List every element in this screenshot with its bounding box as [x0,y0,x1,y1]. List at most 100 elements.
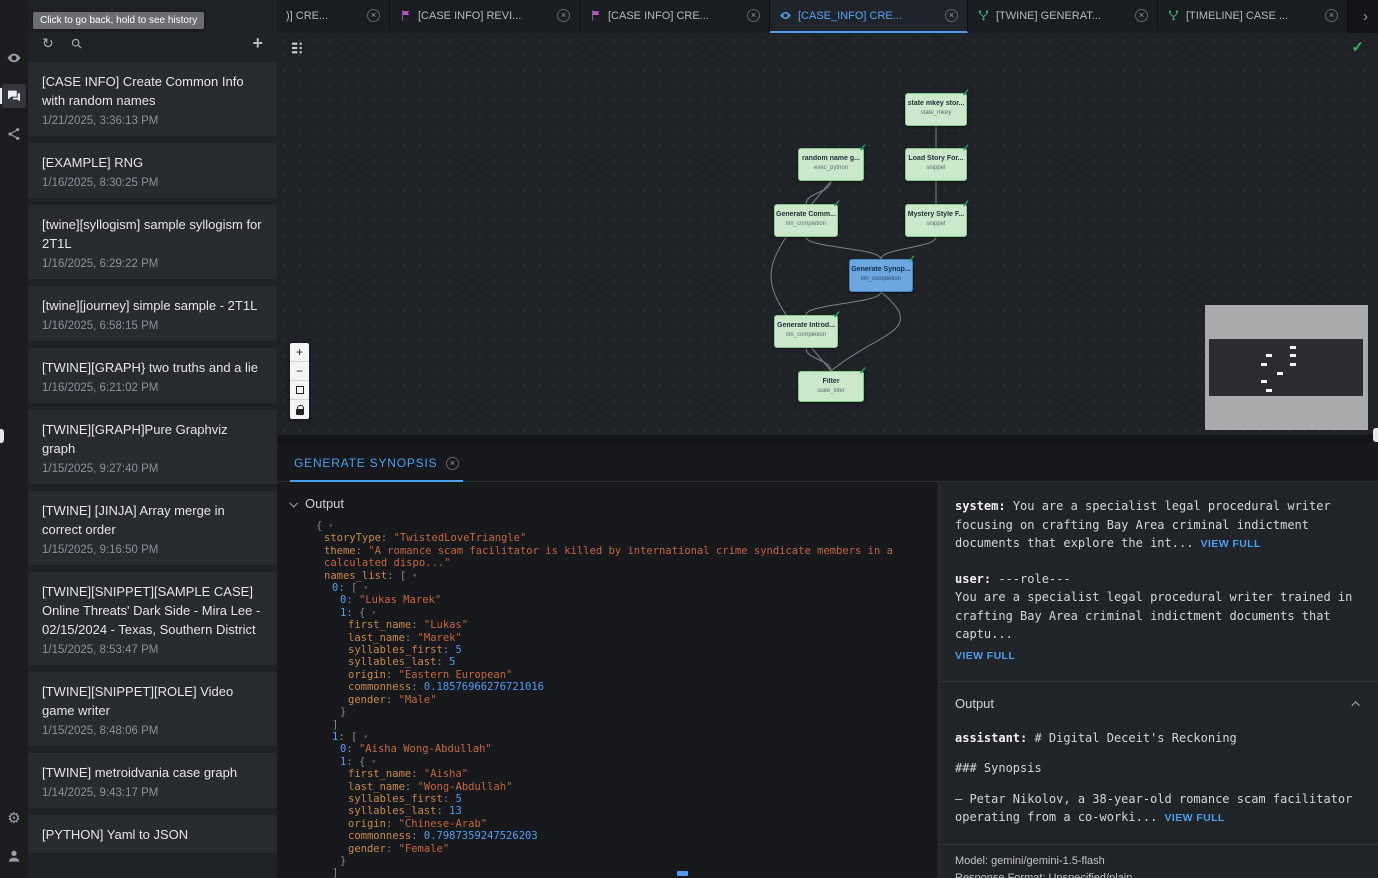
graph-node[interactable]: Load Story For...snippet✓ [905,148,967,181]
graph-node[interactable]: Generate Introd...llm_completion✓ [774,315,838,348]
system-role-label: system: [955,499,1006,513]
output-collapse-header[interactable]: Output [290,496,938,511]
prompt-list-item[interactable]: [TWINE][GRAPH]Pure Graphviz graph1/15/20… [28,410,277,484]
graph-node[interactable]: state mkey stor...state_mkey✓ [905,93,967,126]
collapse-caret-icon[interactable]: ▾ [328,521,333,530]
prompt-list-item[interactable]: [EXAMPLE] RNG1/16/2025, 8:30:25 PM [28,143,277,198]
output-header-label: Output [305,496,344,511]
user-message-text: You are a specialist legal procedural wr… [955,588,1362,644]
editor-tab[interactable]: [CASE INFO] REVI...× [390,0,580,33]
minimap-viewport[interactable] [1209,339,1363,396]
settings-icon[interactable]: ⚙ [2,806,26,830]
tab-close-icon[interactable]: × [747,9,760,22]
tab-close-icon[interactable]: × [1135,9,1148,22]
json-tree-line: last_name: "Marek" [290,632,926,644]
chevron-up-icon[interactable] [1351,701,1359,709]
zoom-out-button[interactable]: − [290,362,309,381]
horizontal-scrollbar-thumb[interactable] [677,871,688,876]
add-prompt-button[interactable]: + [252,33,263,54]
check-icon: ✓ [859,366,867,377]
json-tree-line[interactable]: {▾ [290,520,926,532]
graph-node[interactable]: Generate Comm...llm_completion✓ [774,204,838,237]
prompt-timestamp: 1/15/2025, 8:48:06 PM [42,725,263,737]
graph-node[interactable]: Generate Synop...llm_completion✓ [849,259,913,292]
prompt-list-item[interactable]: [TWINE][GRAPH} two truths and a lie1/16/… [28,348,277,403]
minimap-node-dot [1290,363,1296,366]
editor-tab[interactable]: [CASE_INFO] CRE...× [770,0,968,33]
json-tree-line: commonness: 0.7987359247526203 [290,830,926,842]
editor-tab[interactable]: [CASE INFO] CRE... × [580,0,770,33]
panel-divider[interactable] [277,435,1378,443]
prompt-list-item[interactable]: [CASE INFO] Create Common Info with rand… [28,62,277,136]
tab-close-icon[interactable]: × [557,9,570,22]
minimap[interactable] [1205,305,1368,430]
collapse-caret-icon[interactable]: ▾ [363,583,368,592]
prompt-list-item[interactable]: [TWINE][SNIPPET][SAMPLE CASE] Online Thr… [28,572,277,665]
editor-tab[interactable]: [TIMELINE] CASE ...× [1158,0,1348,33]
json-tree-line: } [290,706,926,718]
account-icon[interactable] [2,844,26,868]
json-tree-line: gender: "Female" [290,843,926,855]
eye-icon[interactable] [2,46,26,70]
prompt-list-item[interactable]: [TWINE] [JINJA] Array merge in correct o… [28,491,277,565]
output-json-panel: Output {▾storyType: "TwistedLoveTriangle… [277,482,938,878]
json-tree-line[interactable]: 1: {▾ [290,756,926,768]
node-title: random name g... [799,155,863,163]
editor-tab[interactable]: [TWINE] GENERAT... × [968,0,1158,33]
tab-label: [CASE INFO] CRE... [608,10,741,22]
activity-rail: ⚙ [0,0,28,878]
prompt-title: [CASE INFO] Create Common Info with rand… [42,72,263,110]
prompt-list-item[interactable]: [twine][syllogism] sample syllogism for … [28,205,277,279]
main-area: )] CRE...×[CASE INFO] REVI...×[CASE INFO… [277,0,1378,878]
json-tree-line[interactable]: 1: [▾ [290,731,926,743]
json-tree-line: storyType: "TwistedLoveTriangle" [290,532,926,544]
prompt-list-item[interactable]: [PYTHON] Yaml to JSON [28,815,277,853]
tab-close-icon[interactable]: × [367,9,380,22]
node-subtitle: llm_completion [850,276,912,282]
json-tree-line[interactable]: 0: [▾ [290,582,926,594]
collapse-caret-icon[interactable]: ▾ [371,608,376,617]
lock-button[interactable] [290,400,309,419]
bottom-tab-bar: GENERATE SYNOPSIS × [277,443,1378,482]
graph-node[interactable]: Filterstate_filter✓ [798,371,864,402]
tab-label: [TWINE] GENERAT... [996,10,1129,22]
tabs-overflow-chevron-icon[interactable]: › [1353,0,1378,33]
check-icon: ✓ [962,88,970,99]
check-icon: ✓ [833,310,841,321]
json-tree-line: last_name: "Wong-Abdullah" [290,781,926,793]
graph-node[interactable]: Mystery Style F...snippet✓ [905,204,967,237]
workflow-icon[interactable] [2,122,26,146]
response-format-label: Response Format: Unspecified/plain [955,870,1362,878]
json-tree-line[interactable]: names_list: [▾ [290,570,926,582]
tab-close-icon[interactable]: × [945,9,958,22]
prompt-list: [CASE INFO] Create Common Info with rand… [28,62,277,878]
collapse-caret-icon[interactable]: ▾ [412,571,417,580]
node-subtitle: state_mkey [906,110,966,116]
bottom-tab-close-icon[interactable]: × [446,457,459,470]
collapse-caret-icon[interactable]: ▾ [371,757,376,766]
window-resize-handle-left[interactable] [0,429,4,443]
collapse-caret-icon[interactable]: ▾ [363,732,368,741]
output-section-header[interactable]: Output [955,682,1362,729]
tab-close-icon[interactable]: × [1325,9,1338,22]
user-view-full-link[interactable]: VIEW FULL [955,650,1015,662]
divider-drag-handle[interactable] [1373,428,1378,442]
json-tree-line[interactable]: 1: {▾ [290,607,926,619]
graph-node[interactable]: random name g...exec_python✓ [798,148,864,181]
prompt-list-item[interactable]: [TWINE] metroidvania case graph1/14/2025… [28,753,277,808]
zoom-controls: +− [290,343,309,419]
prompt-list-item[interactable]: [TWINE][SNIPPET][ROLE] Video game writer… [28,672,277,746]
bottom-tab-generate-synopsis[interactable]: GENERATE SYNOPSIS × [290,456,463,482]
assistant-view-full-link[interactable]: VIEW FULL [1165,812,1225,824]
prompts-icon[interactable] [2,84,26,108]
fit-view-button[interactable] [290,381,309,400]
prompt-list-item[interactable]: [twine][journey] simple sample - 2T1L1/1… [28,286,277,341]
graph-layout-icon[interactable] [290,40,306,61]
node-title: Generate Introd... [775,322,837,330]
zoom-in-button[interactable]: + [290,343,309,362]
editor-tab[interactable]: )] CRE...× [277,0,390,33]
search-icon[interactable] [70,37,83,50]
refresh-icon[interactable]: ↻ [42,35,54,52]
system-view-full-link[interactable]: VIEW FULL [1201,538,1261,550]
graph-canvas[interactable]: state mkey stor...state_mkey✓random name… [277,33,1378,435]
